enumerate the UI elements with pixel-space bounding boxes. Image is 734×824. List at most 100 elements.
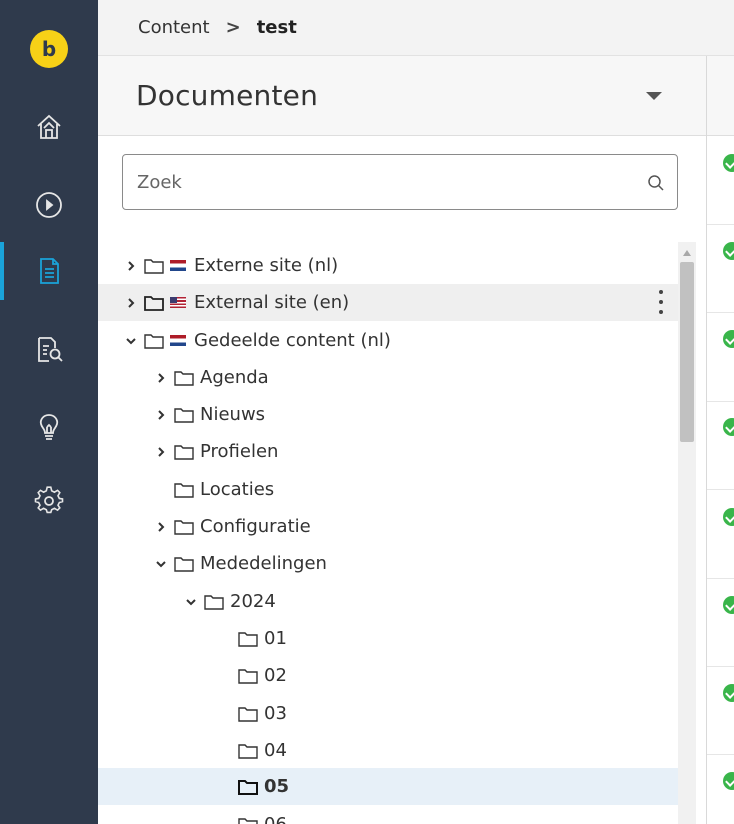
tree-item-06[interactable]: 06 [98, 806, 678, 824]
breadcrumb-separator: > [225, 17, 241, 38]
tree-item-05[interactable]: 05 [98, 768, 678, 805]
search-input[interactable] [137, 171, 637, 193]
nav-ideas[interactable] [0, 398, 98, 456]
tree-item-label: 02 [264, 665, 287, 686]
nav-documents[interactable] [0, 242, 98, 300]
content-list-header [707, 56, 734, 136]
tree-item-03[interactable]: 03 [98, 695, 678, 732]
tree-item-gedeelde-content-nl[interactable]: Gedeelde content (nl) [98, 322, 678, 359]
tree-item-04[interactable]: 04 [98, 732, 678, 769]
app-logo-letter: b [41, 37, 57, 61]
folder-icon [174, 370, 194, 386]
folder-icon [174, 482, 194, 498]
tree-item-configuratie[interactable]: Configuratie [98, 508, 678, 545]
tree-item-label: 06 [264, 814, 287, 824]
chevron-right-icon[interactable] [154, 445, 168, 459]
folder-icon [238, 779, 258, 795]
tree-scrollbar[interactable] [678, 242, 696, 824]
flag-nl-icon [170, 260, 186, 271]
scroll-up-arrow-icon[interactable] [683, 250, 691, 256]
nav-home[interactable] [0, 98, 98, 156]
tree-item-label: Nieuws [200, 404, 266, 425]
chevron-right-icon[interactable] [154, 520, 168, 534]
panel-title: Documenten [136, 79, 319, 112]
breadcrumb-root[interactable]: Content [138, 17, 210, 38]
tree-item-label: 2024 [230, 591, 276, 612]
tree-item-label: Locaties [200, 479, 275, 500]
folder-icon [174, 519, 194, 535]
tree-item-profielen[interactable]: Profielen [98, 433, 678, 470]
folder-icon [238, 706, 258, 722]
flag-nl-icon [170, 335, 186, 346]
tree-item-label: Agenda [200, 367, 269, 388]
nav-play[interactable] [0, 176, 98, 234]
row-divider [707, 489, 734, 490]
folder-icon [144, 258, 164, 274]
tree-item-label: Externe site (nl) [194, 255, 339, 276]
row-divider [707, 754, 734, 755]
tree-item-2024[interactable]: 2024 [98, 583, 678, 620]
tree-item-externe-site-nl[interactable]: Externe site (nl) [98, 247, 678, 284]
chevron-right-icon[interactable] [124, 296, 138, 310]
more-options-icon[interactable] [658, 290, 664, 314]
tree-item-label: Configuratie [200, 516, 311, 537]
document-icon [40, 258, 59, 284]
tree-item-label: Mededelingen [200, 553, 327, 574]
chevron-right-icon[interactable] [124, 259, 138, 273]
chevron-right-icon[interactable] [154, 408, 168, 422]
content-list-strip [707, 56, 734, 824]
scrollbar-thumb[interactable] [680, 262, 694, 442]
folder-icon [238, 743, 258, 759]
tree-item-label: 04 [264, 740, 287, 761]
caret-down-icon[interactable] [646, 92, 662, 100]
status-check-icon [723, 330, 734, 348]
row-divider [707, 666, 734, 667]
folder-icon [174, 556, 194, 572]
folder-icon [144, 295, 164, 311]
tree-item-label: Profielen [200, 441, 279, 462]
tree-item-label: Gedeelde content (nl) [194, 330, 391, 351]
play-circle-icon [36, 192, 62, 218]
folder-icon [174, 444, 194, 460]
folder-icon [174, 407, 194, 423]
search-icon[interactable] [647, 174, 665, 192]
folder-icon [238, 631, 258, 647]
row-divider [707, 224, 734, 225]
home-icon [37, 114, 61, 139]
tree-item-locaties[interactable]: Locaties [98, 471, 678, 508]
left-navigation-rail: b [0, 0, 98, 824]
tree-item-01[interactable]: 01 [98, 620, 678, 657]
flag-us-icon [170, 297, 186, 308]
tree-item-agenda[interactable]: Agenda [98, 359, 678, 396]
panel-header[interactable]: Documenten [98, 56, 706, 136]
folder-icon [144, 333, 164, 349]
chevron-down-icon[interactable] [154, 557, 168, 571]
document-search-icon [38, 337, 63, 362]
nav-settings[interactable] [0, 472, 98, 530]
gear-icon [34, 486, 64, 514]
breadcrumb: Content > test [98, 0, 734, 56]
tree-item-label: 03 [264, 703, 287, 724]
row-divider [707, 401, 734, 402]
status-check-icon [723, 596, 734, 614]
tree-item-label: 05 [264, 776, 290, 797]
tree-item-label: 01 [264, 628, 287, 649]
row-divider [707, 578, 734, 579]
tree-item-external-site-en[interactable]: External site (en) [98, 284, 678, 321]
folder-icon [238, 668, 258, 684]
documents-panel: Documenten Externe site (nl) External si… [98, 56, 707, 824]
nav-review[interactable] [0, 320, 98, 378]
status-check-icon [723, 418, 734, 436]
status-check-icon [723, 684, 734, 702]
tree-item-02[interactable]: 02 [98, 657, 678, 694]
status-check-icon [723, 154, 734, 172]
tree-item-mededelingen[interactable]: Mededelingen [98, 545, 678, 582]
tree-item-nieuws[interactable]: Nieuws [98, 396, 678, 433]
app-logo[interactable]: b [30, 30, 68, 68]
chevron-down-icon[interactable] [184, 595, 198, 609]
chevron-right-icon[interactable] [154, 371, 168, 385]
chevron-down-icon[interactable] [124, 334, 138, 348]
breadcrumb-current: test [256, 17, 297, 38]
status-check-icon [723, 242, 734, 260]
status-check-icon [723, 772, 734, 790]
